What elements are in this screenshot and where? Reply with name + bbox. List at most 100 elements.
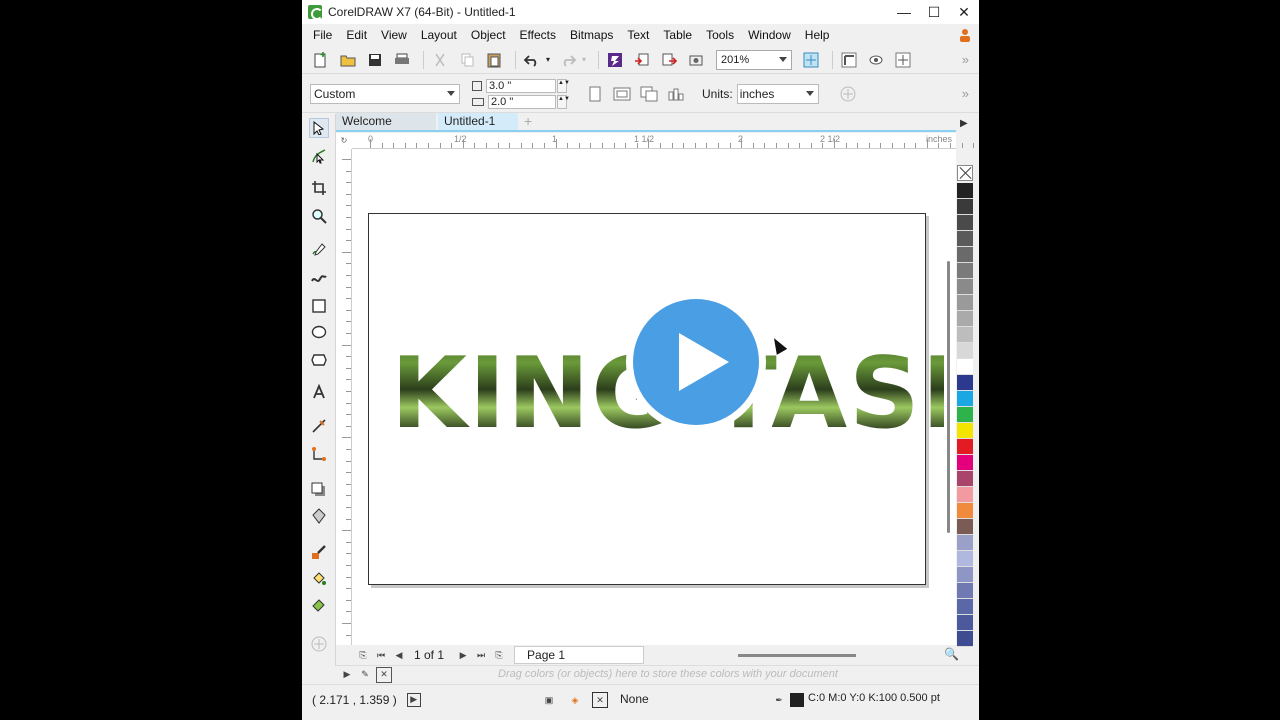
new-document-icon[interactable] (310, 49, 332, 71)
palette-swatch-10[interactable] (957, 343, 973, 359)
redo-dropdown-icon[interactable]: ▾ (580, 49, 588, 71)
copy-icon[interactable] (456, 49, 478, 71)
menu-view[interactable]: View (374, 24, 414, 46)
menu-text[interactable]: Text (620, 24, 656, 46)
text-tool-icon[interactable] (309, 382, 329, 402)
print-icon[interactable] (391, 49, 413, 71)
import-icon[interactable] (631, 49, 653, 71)
palette-swatch-6[interactable] (957, 279, 973, 295)
transparency-tool-icon[interactable] (309, 506, 329, 526)
palette-swatch-24[interactable] (957, 567, 973, 583)
no-color-swatch[interactable] (957, 165, 973, 181)
palette-swatch-0[interactable] (957, 183, 973, 199)
close-button[interactable]: ✕ (949, 0, 979, 24)
vertical-scroll-thumb[interactable] (947, 261, 950, 533)
maximize-button[interactable]: ☐ (919, 0, 949, 24)
page-tab-page-1[interactable]: Page 1 (514, 646, 645, 664)
view-options-icon[interactable] (865, 49, 887, 71)
minimize-button[interactable]: — (889, 0, 919, 24)
palette-swatch-16[interactable] (957, 439, 973, 455)
navigator-zoom-icon[interactable]: 🔍 (944, 647, 959, 661)
palette-swatch-14[interactable] (957, 407, 973, 423)
last-page-icon[interactable]: ⏭ (474, 648, 488, 662)
paper-type-combo[interactable]: Custom (310, 83, 460, 104)
horizontal-scroll-thumb[interactable] (738, 654, 856, 657)
palette-swatch-28[interactable] (957, 631, 973, 647)
status-expand-icon[interactable]: ▶ (406, 692, 421, 707)
vertical-ruler[interactable] (336, 149, 352, 645)
cut-icon[interactable] (429, 49, 451, 71)
color-eyedropper-tool-icon[interactable] (309, 542, 329, 562)
palette-swatch-9[interactable] (957, 327, 973, 343)
menu-file[interactable]: File (306, 24, 339, 46)
menu-table[interactable]: Table (656, 24, 699, 46)
parallel-dimension-tool-icon[interactable] (309, 416, 329, 436)
page-width-spinner[interactable]: ▲▼ (557, 78, 570, 93)
page-width-input[interactable]: 3.0 " (486, 78, 556, 93)
palette-swatch-27[interactable] (957, 615, 973, 631)
current-page-icon[interactable] (665, 83, 687, 105)
eyedropper-icon[interactable]: ✎ (358, 668, 372, 682)
palette-swatch-3[interactable] (957, 231, 973, 247)
palette-swatch-21[interactable] (957, 519, 973, 535)
menu-layout[interactable]: Layout (414, 24, 464, 46)
polygon-tool-icon[interactable] (309, 350, 329, 370)
palette-swatch-15[interactable] (957, 423, 973, 439)
snap-to-icon[interactable] (892, 49, 914, 71)
first-page-icon[interactable]: ⏮ (374, 648, 388, 662)
tab-untitled-1[interactable]: Untitled-1 (438, 113, 518, 130)
palette-swatch-17[interactable] (957, 455, 973, 471)
palette-swatch-8[interactable] (957, 311, 973, 327)
shape-tool-icon[interactable] (309, 146, 329, 166)
portrait-icon[interactable] (584, 83, 606, 105)
menu-object[interactable]: Object (464, 24, 513, 46)
pick-tool-icon[interactable] (309, 118, 329, 138)
video-play-button[interactable] (626, 292, 766, 432)
palette-swatch-5[interactable] (957, 263, 973, 279)
user-account-icon[interactable] (959, 28, 971, 42)
palette-swatch-2[interactable] (957, 215, 973, 231)
search-content-icon[interactable] (604, 49, 626, 71)
interactive-fill-tool-icon[interactable] (309, 568, 329, 588)
previous-page-icon[interactable]: ◀ (392, 648, 406, 662)
palette-swatch-26[interactable] (957, 599, 973, 615)
menu-tools[interactable]: Tools (699, 24, 741, 46)
freehand-tool-icon[interactable] (309, 240, 329, 260)
palette-swatch-18[interactable] (957, 471, 973, 487)
paste-icon[interactable] (483, 49, 505, 71)
docker-expand-icon[interactable]: ▶ (960, 118, 968, 129)
palette-swatch-11[interactable] (957, 359, 973, 375)
units-combo[interactable]: inches (736, 83, 819, 104)
full-screen-preview-icon[interactable] (800, 49, 822, 71)
palette-menu-arrow-icon[interactable]: ▶ (340, 668, 354, 682)
page-height-input[interactable]: 2.0 " (488, 94, 556, 109)
menu-effects[interactable]: Effects (513, 24, 563, 46)
property-overflow-icon[interactable]: » (962, 86, 969, 101)
palette-swatch-19[interactable] (957, 487, 973, 503)
menu-bitmaps[interactable]: Bitmaps (563, 24, 620, 46)
menu-help[interactable]: Help (798, 24, 837, 46)
toolbar-overflow-icon[interactable]: » (962, 52, 969, 67)
rectangle-tool-icon[interactable] (309, 296, 329, 316)
palette-swatch-13[interactable] (957, 391, 973, 407)
connector-tool-icon[interactable] (309, 444, 329, 464)
publish-pdf-icon[interactable] (685, 49, 707, 71)
ellipse-tool-icon[interactable] (309, 322, 329, 342)
horizontal-ruler[interactable]: 0 1/2 1 1 1/2 2 2 1/2 inches (352, 133, 975, 149)
open-folder-icon[interactable] (337, 49, 359, 71)
nudge-distance-icon[interactable] (837, 83, 859, 105)
palette-swatch-4[interactable] (957, 247, 973, 263)
insert-page-before-icon[interactable]: ⎘ (356, 648, 370, 662)
menu-edit[interactable]: Edit (339, 24, 374, 46)
palette-swatch-23[interactable] (957, 551, 973, 567)
add-tool-icon[interactable] (309, 634, 329, 654)
drawing-canvas[interactable]: KING TASH (352, 149, 944, 645)
next-page-icon[interactable]: ▶ (456, 648, 470, 662)
export-icon[interactable] (658, 49, 680, 71)
undo-dropdown-icon[interactable]: ▾ (544, 49, 552, 71)
page-height-spinner[interactable]: ▲▼ (557, 94, 570, 109)
no-color-doc-swatch[interactable]: ✕ (376, 666, 392, 683)
zoom-level-combo[interactable]: 201% (716, 49, 792, 70)
zoom-tool-icon[interactable] (309, 206, 329, 226)
crop-tool-icon[interactable] (309, 178, 329, 198)
